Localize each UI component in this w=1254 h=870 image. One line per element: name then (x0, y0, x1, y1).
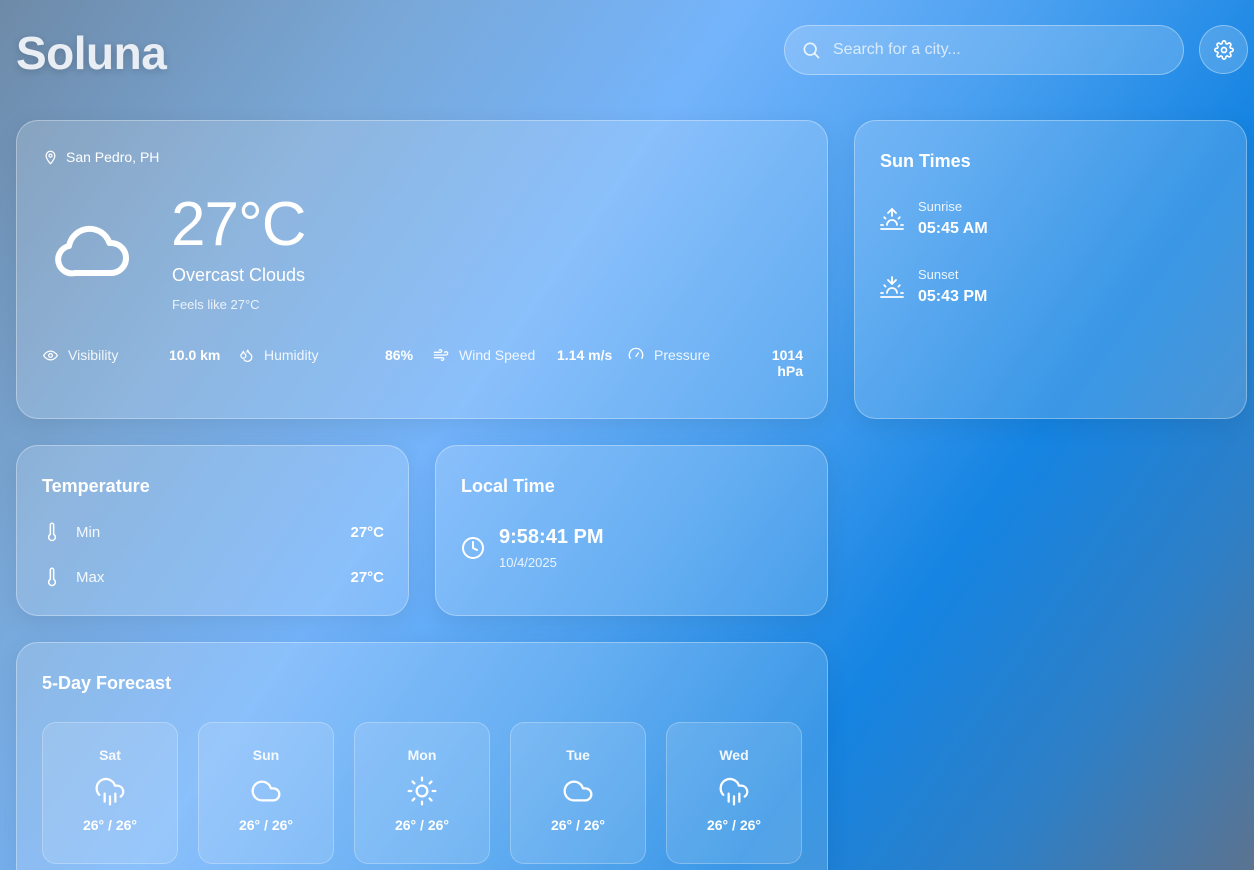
card-title: 5-Day Forecast (42, 673, 172, 693)
stat-label: Wind Speed (459, 347, 536, 363)
app-title: Soluna (16, 27, 167, 79)
thermometer-icon (47, 567, 57, 587)
search-box[interactable] (784, 25, 1184, 75)
cloud-icon (562, 775, 594, 807)
stat-visibility: Visibility (43, 347, 118, 363)
settings-button[interactable] (1199, 25, 1248, 74)
current-temperature: 27°C (171, 190, 307, 259)
forecast-range: 26° / 26° (550, 817, 605, 833)
stat-wind-speed: Wind Speed (433, 347, 535, 363)
card-title: Temperature (42, 476, 150, 496)
forecast-day: Wed 26° / 26° (666, 722, 802, 864)
forecast-day: Sat 26° / 26° (42, 722, 178, 864)
local-date: 10/4/2025 (499, 555, 557, 570)
stat-label: Visibility (68, 347, 119, 363)
forecast-range: 26° / 26° (238, 817, 293, 833)
weather-stats: Visibility 10.0 km Humidity 86% Wind Spe… (43, 347, 803, 379)
sunrise-icon (880, 207, 904, 230)
temp-max-value: 27°C (350, 568, 384, 586)
feels-like: Feels like 27°C (172, 297, 260, 312)
gear-icon (1213, 39, 1234, 60)
forecast-range: 26° / 26° (394, 817, 449, 833)
forecast-day-name: Tue (566, 747, 590, 763)
gauge-icon (628, 347, 644, 359)
temp-max-row: Max 27°C (42, 567, 384, 587)
cloud-icon (250, 775, 282, 807)
thermometer-icon (47, 522, 57, 542)
cloud-rain-icon (94, 775, 126, 807)
forecast-day: Tue 26° / 26° (510, 722, 646, 864)
sun-icon (406, 775, 438, 807)
current-weather-card: San Pedro, PH 27°C Overcast Clouds Feels… (16, 120, 828, 419)
stat-label: Pressure (654, 347, 711, 363)
location: San Pedro, PH (43, 149, 159, 165)
forecast-day: Sun 26° / 26° (198, 722, 334, 864)
stat-value: 1.14 m/s (557, 347, 613, 363)
forecast-day-name: Wed (719, 747, 749, 763)
temp-min-label: Min (76, 523, 101, 541)
forecast-day: Mon 26° / 26° (354, 722, 490, 864)
sunrise-label: Sunrise (918, 199, 963, 214)
sunrise-row: Sunrise 05:45 AM (880, 199, 988, 238)
sunset-row: Sunset 05:43 PM (880, 267, 987, 306)
forecast-range: 26° / 26° (706, 817, 761, 833)
search-icon (803, 42, 820, 59)
card-title: Local Time (461, 476, 555, 496)
weather-description: Overcast Clouds (172, 265, 306, 285)
stat-value: 10.0 km (169, 347, 221, 363)
forecast-card: 5-Day Forecast Sat 26° / 26° Sun 26° / 2… (16, 642, 828, 870)
local-time: 9:58:41 PM (499, 526, 604, 548)
temp-max-label: Max (76, 568, 105, 586)
local-time-card: Local Time 9:58:41 PM 10/4/2025 (435, 445, 828, 616)
cloud-rain-icon (718, 775, 750, 807)
forecast-day-name: Mon (407, 747, 437, 763)
sunset-icon (880, 275, 904, 298)
map-pin-icon (45, 150, 56, 164)
stat-humidity: Humidity (239, 347, 318, 363)
cloud-icon (53, 217, 133, 286)
search-input[interactable] (833, 41, 1153, 59)
temperature-card: Temperature Min 27°C Max 27°C (16, 445, 409, 616)
stat-value: 86% (385, 347, 414, 363)
forecast-day-name: Sat (99, 747, 121, 763)
temp-min-row: Min 27°C (42, 522, 384, 542)
forecast-day-name: Sun (252, 747, 280, 763)
sunset-label: Sunset (918, 267, 959, 282)
eye-icon (43, 349, 58, 361)
clock-icon (462, 537, 484, 559)
stat-value: 1014 hPa (771, 347, 803, 379)
sunrise-time: 05:45 AM (918, 220, 988, 237)
forecast-range: 26° / 26° (82, 817, 137, 833)
wind-icon (433, 349, 449, 361)
card-title: Sun Times (880, 151, 971, 171)
time-row: 9:58:41 PM 10/4/2025 (461, 526, 604, 570)
location-label: San Pedro, PH (66, 149, 160, 165)
stat-pressure: Pressure (628, 347, 710, 363)
droplets-icon (240, 349, 253, 362)
sunset-time: 05:43 PM (918, 288, 988, 305)
forecast-days: Sat 26° / 26° Sun 26° / 26° Mon 26° / 26… (42, 722, 802, 864)
sun-times-card: Sun Times Sunrise 05:45 AM Sunset 05:43 … (854, 120, 1247, 419)
temp-min-value: 27°C (350, 523, 384, 541)
stat-label: Humidity (264, 347, 319, 363)
